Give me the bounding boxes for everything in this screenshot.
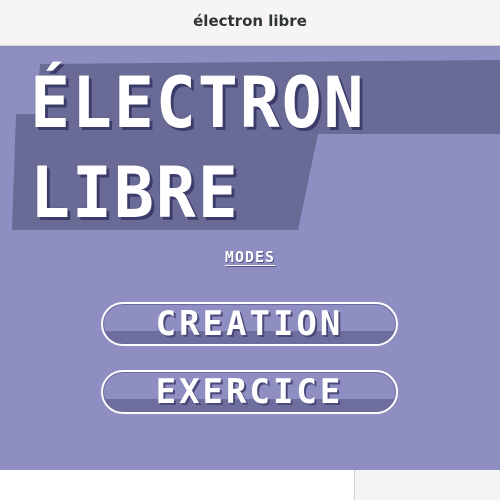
logo-title-line-1: ÉLECTRON — [30, 62, 366, 144]
app-content: ÉLECTRON LIBRE MODES CREATION EXERCICE — [0, 46, 500, 470]
window-titlebar[interactable]: électron libre — [0, 0, 500, 46]
creation-button[interactable]: CREATION — [101, 302, 398, 346]
logo-title-line-2: LIBRE — [30, 152, 240, 234]
exercice-button-label: EXERCICE — [155, 372, 344, 412]
window-title: électron libre — [193, 12, 307, 30]
creation-button-label: CREATION — [155, 304, 344, 344]
exercice-button[interactable]: EXERCICE — [101, 370, 398, 414]
modes-link[interactable]: MODES — [0, 248, 500, 266]
app-window: électron libre ÉLECTRON LIBRE MODES CREA… — [0, 0, 500, 500]
background-window-edge — [355, 470, 500, 500]
